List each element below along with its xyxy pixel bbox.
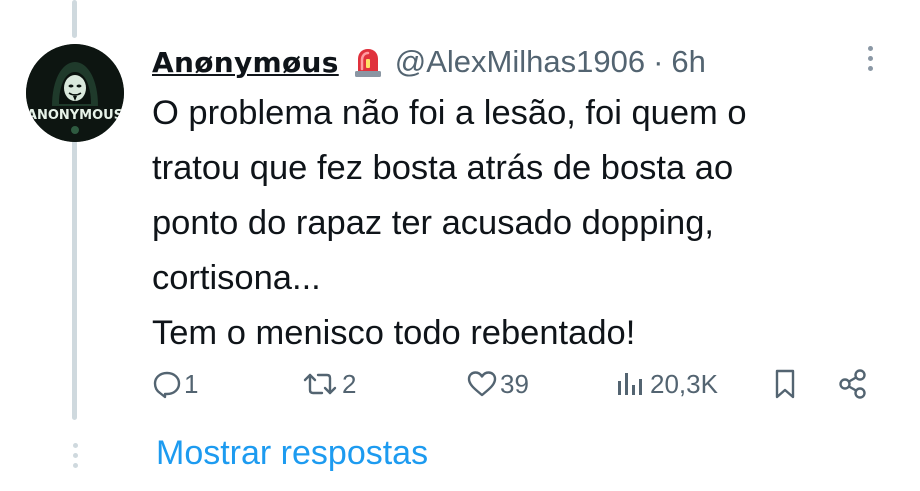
timestamp[interactable]: 6h	[671, 44, 705, 80]
share-icon	[836, 368, 870, 400]
views-icon	[614, 369, 648, 399]
repost-button[interactable]: 2	[300, 364, 356, 404]
thread-dots	[70, 443, 80, 473]
reply-button[interactable]: 1	[152, 364, 198, 404]
tweet-text-line: cortisona...	[152, 259, 321, 297]
tweet-text: O problema não foi a lesão, foi quem o t…	[152, 86, 892, 361]
tweet-text-line: tratou que fez bosta atrás de bosta ao	[152, 149, 734, 187]
avatar-logo-text: ANONYMOUS	[27, 108, 123, 123]
repost-count: 2	[342, 368, 357, 399]
show-replies-link[interactable]: Mostrar respostas	[156, 434, 428, 473]
more-icon[interactable]	[864, 46, 876, 82]
separator-dot: ·	[653, 44, 664, 79]
tweet-header: Anønymøus @AlexMilhas1906 · 6h	[152, 40, 706, 84]
reply-count: 1	[184, 368, 199, 399]
tweet-text-line: Tem o menisco todo rebentado!	[152, 314, 636, 352]
like-count: 39	[500, 368, 529, 399]
share-button[interactable]	[836, 364, 870, 404]
tweet-text-line: ponto do rapaz ter acusado dopping,	[152, 204, 715, 242]
thread-line	[72, 130, 77, 420]
avatar[interactable]: ANONYMOUS	[26, 44, 124, 142]
reply-icon	[152, 369, 182, 399]
bookmark-icon	[770, 368, 800, 400]
views-button[interactable]: 20,3K	[614, 364, 718, 404]
tweet-text-line: O problema não foi a lesão, foi quem o	[152, 94, 747, 132]
siren-icon	[351, 45, 385, 79]
like-icon	[466, 369, 498, 399]
bookmark-button[interactable]	[770, 364, 800, 404]
views-count: 20,3K	[650, 368, 718, 399]
thread-line-top	[72, 0, 77, 38]
handle[interactable]: @AlexMilhas1906	[395, 44, 645, 80]
display-name[interactable]: Anønymøus	[152, 46, 339, 79]
action-bar: 1 2 39 20,3K	[152, 364, 892, 404]
repost-icon	[300, 369, 340, 399]
like-button[interactable]: 39	[466, 364, 529, 404]
